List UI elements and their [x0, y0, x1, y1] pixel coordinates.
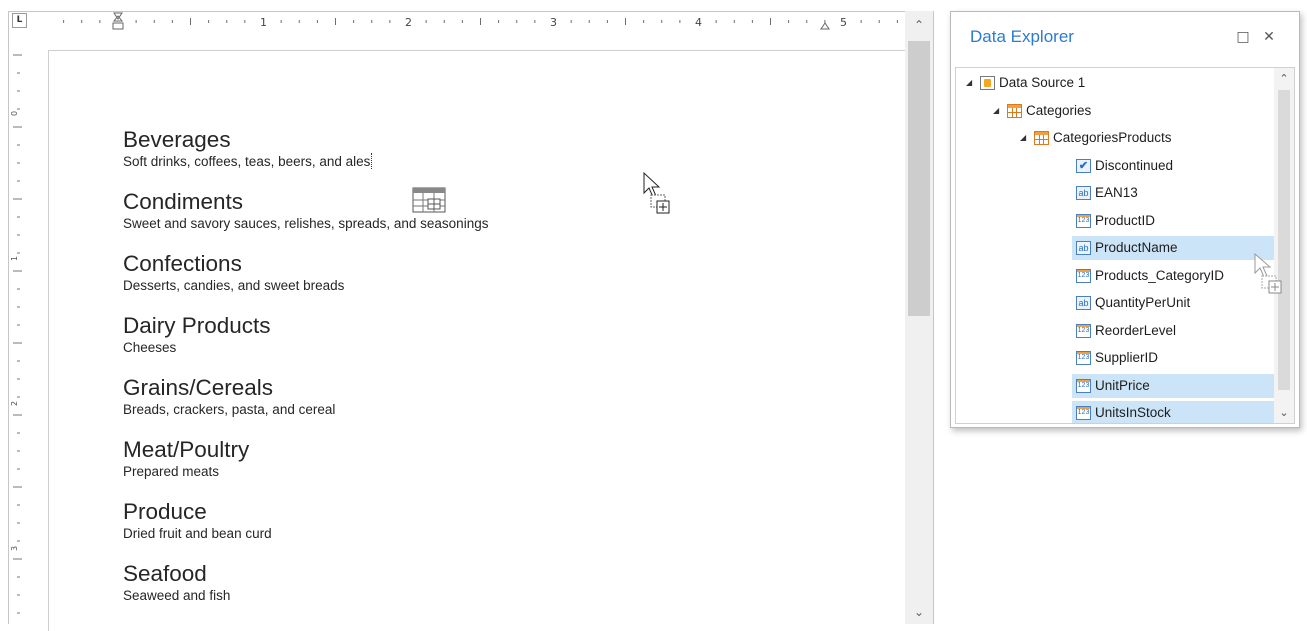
tab-stop-selector[interactable]: L [12, 13, 27, 28]
data-explorer-panel: Data Explorer □ ✕ ◢ Data Source 1 ◢ Categor… [950, 11, 1300, 428]
category-name[interactable]: Meat/Poultry [123, 436, 723, 463]
category-description[interactable]: Breads, crackers, pasta, and cereal [123, 401, 723, 418]
tree-field[interactable]: ✔ Discontinued [1072, 154, 1274, 178]
category-block[interactable]: Seafood Seaweed and fish [123, 560, 723, 604]
expand-collapse-icon[interactable]: ◢ [1020, 134, 1028, 142]
boolean-field-icon: ✔ [1076, 158, 1091, 173]
category-name[interactable]: Grains/Cereals [123, 374, 723, 401]
tree-field[interactable]: 123 ReorderLevel [1072, 319, 1274, 343]
chevron-down-icon[interactable]: ⌄ [905, 602, 933, 622]
category-block[interactable]: Beverages Soft drinks, coffees, teas, bee… [123, 126, 723, 170]
data-tree[interactable]: ◢ Data Source 1 ◢ Categories ◢ CategoriesProd… [955, 67, 1295, 424]
tree-field[interactable]: ab QuantityPerUnit [1072, 291, 1274, 315]
drag-copy-cursor-icon [643, 171, 670, 214]
tree-field[interactable]: ab EAN13 [1072, 181, 1274, 205]
category-block[interactable]: Dairy Products Cheeses [123, 312, 723, 356]
table-icon [1007, 103, 1022, 118]
category-name[interactable]: Dairy Products [123, 312, 723, 339]
close-icon[interactable]: ✕ [1260, 28, 1278, 46]
category-description[interactable]: Cheeses [123, 339, 723, 356]
svg-text:1: 1 [10, 256, 19, 261]
document-page[interactable]: Beverages Soft drinks, coffees, teas, bee… [48, 50, 906, 631]
scrollbar-thumb[interactable] [1278, 90, 1290, 390]
ruler-number: 5 [840, 16, 847, 29]
category-description[interactable]: Soft drinks, coffees, teas, beers, and a… [123, 153, 723, 170]
tree-node-label: SupplierID [1095, 350, 1159, 365]
category-description[interactable]: Prepared meats [123, 463, 723, 480]
restore-icon[interactable]: □ [1234, 28, 1252, 46]
number-field-icon: 123 [1076, 213, 1091, 228]
category-description[interactable]: Seaweed and fish [123, 587, 723, 604]
category-description[interactable]: Sweet and savory sauces, relishes, sprea… [123, 215, 723, 232]
tree-field[interactable]: ab ProductName [1072, 236, 1274, 260]
tree-node-label: UnitsInStock [1095, 405, 1171, 420]
table-drop-target-icon [412, 187, 446, 213]
tree-field[interactable]: 123 UnitPrice [1072, 373, 1274, 398]
category-block[interactable]: Meat/Poultry Prepared meats [123, 436, 723, 480]
right-indent-marker-icon[interactable] [820, 22, 830, 30]
horizontal-ruler[interactable]: 1 2 3 4 5 [50, 11, 906, 33]
category-name[interactable]: Seafood [123, 560, 723, 587]
tree-node-label: EAN13 [1095, 185, 1138, 200]
number-field-icon: 123 [1076, 323, 1091, 338]
tree-node-label: Data Source 1 [999, 75, 1086, 90]
tree-node-label: Categories [1026, 102, 1092, 118]
ruler-number: 1 [260, 16, 267, 29]
category-name[interactable]: Produce [123, 498, 723, 525]
svg-text:2: 2 [10, 401, 19, 406]
expand-collapse-icon[interactable]: ◢ [993, 106, 1001, 115]
tree-node-label: CategoriesProducts [1053, 130, 1172, 145]
svg-text:3: 3 [10, 546, 19, 551]
tree-node-label: QuantityPerUnit [1095, 295, 1191, 310]
tree-node-label: UnitPrice [1095, 377, 1150, 393]
svg-text:0: 0 [10, 111, 19, 116]
category-description[interactable]: Dried fruit and bean curd [123, 525, 723, 542]
string-field-icon: ab [1076, 186, 1091, 200]
chevron-up-icon[interactable]: ⌃ [1274, 72, 1294, 85]
tree-node-label: ProductName [1095, 240, 1178, 255]
datasource-icon [980, 76, 995, 90]
string-field-icon: ab [1076, 241, 1091, 255]
table-icon [1034, 131, 1049, 145]
tree-field[interactable]: 123 Products_CategoryID [1072, 264, 1274, 288]
string-field-icon: ab [1076, 296, 1091, 310]
tree-node[interactable]: ◢ CategoriesProducts [956, 126, 1274, 150]
tree-node-label: ProductID [1095, 212, 1156, 228]
category-block[interactable]: Confections Desserts, candies, and sweet … [123, 250, 723, 294]
category-block[interactable]: Grains/Cereals Breads, crackers, pasta, a… [123, 374, 723, 418]
ruler-number: 3 [550, 16, 557, 29]
tree-field[interactable]: 123 ProductID [1072, 209, 1274, 233]
tree-node[interactable]: ◢ Categories [956, 99, 1274, 123]
tree-vertical-scrollbar[interactable]: ⌃ ⌄ [1274, 68, 1294, 423]
chevron-down-icon[interactable]: ⌄ [1274, 406, 1294, 419]
tree-node[interactable]: ◢ Data Source 1 [956, 71, 1274, 95]
number-field-icon: 123 [1076, 351, 1091, 365]
category-block[interactable]: Produce Dried fruit and bean curd [123, 498, 723, 542]
scrollbar-thumb[interactable] [908, 41, 930, 316]
ruler-number: 4 [695, 16, 702, 29]
vertical-ruler[interactable]: 0 1 2 3 [8, 51, 30, 624]
tree-node-label: ReorderLevel [1095, 322, 1177, 338]
text-caret [371, 153, 374, 169]
category-name[interactable]: Confections [123, 250, 723, 277]
number-field-icon: 123 [1076, 378, 1091, 393]
chevron-up-icon[interactable]: ⌃ [905, 15, 933, 35]
category-name[interactable]: Beverages [123, 126, 723, 153]
panel-title: Data Explorer [970, 27, 1074, 46]
indent-marker-icon[interactable] [112, 12, 124, 30]
tree-node-label: Products_CategoryID [1095, 267, 1225, 283]
editor-vertical-scrollbar[interactable]: ⌃ ⌄ [905, 11, 933, 624]
tree-node-label: Discontinued [1095, 157, 1174, 173]
tree-field[interactable]: 123 SupplierID [1072, 346, 1274, 370]
ruler-number: 2 [405, 16, 412, 29]
tree-field[interactable]: 123 UnitsInStock [1072, 401, 1274, 423]
expand-collapse-icon[interactable]: ◢ [966, 79, 974, 87]
drag-copy-cursor-icon [1254, 252, 1282, 294]
number-field-icon: 123 [1076, 268, 1091, 283]
number-field-icon: 123 [1076, 406, 1091, 420]
category-description[interactable]: Desserts, candies, and sweet breads [123, 277, 723, 294]
